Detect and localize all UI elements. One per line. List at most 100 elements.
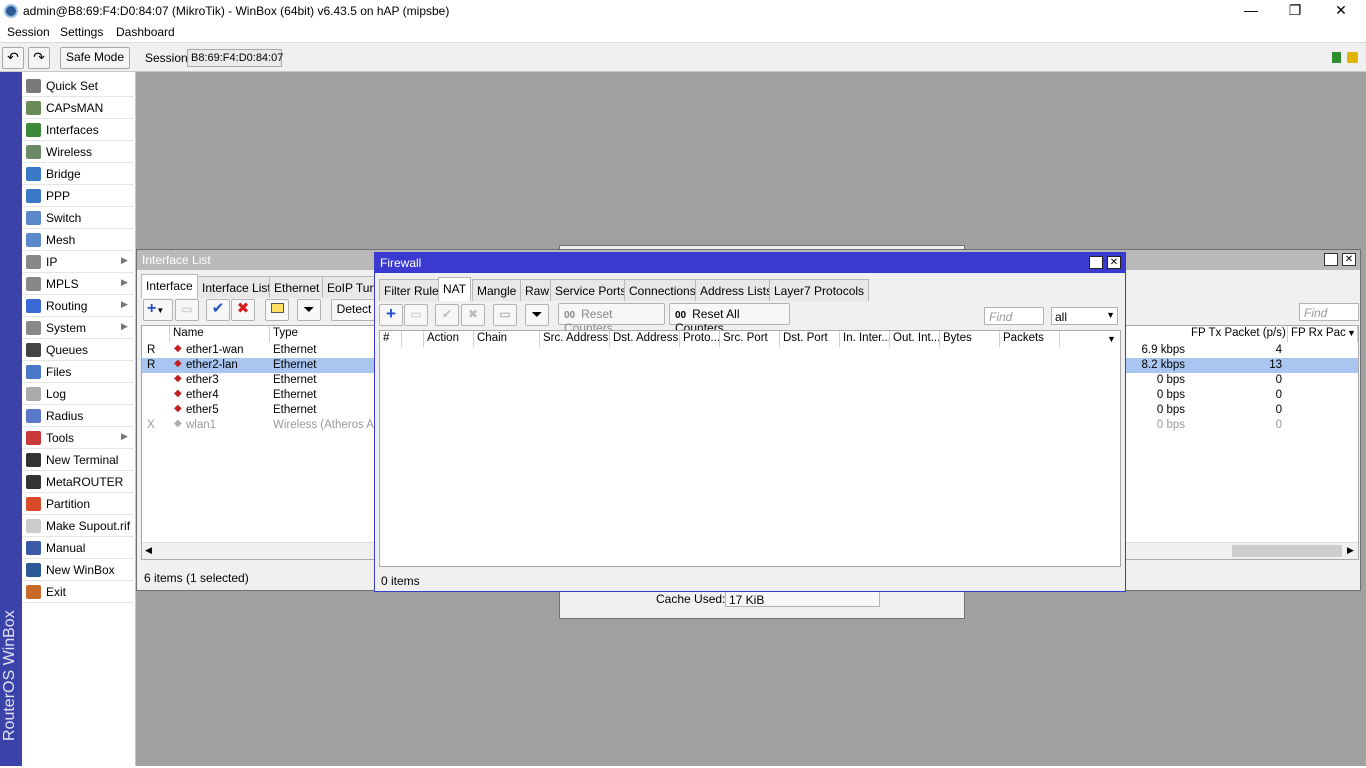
sidebar-item-tools[interactable]: Tools ▶ [22,427,136,449]
column-flag[interactable] [142,326,170,342]
interface-close-button[interactable]: ✕ [1342,253,1356,266]
sidebar-item-wireless[interactable]: Wireless [22,141,136,163]
sidebar-item-interfaces[interactable]: Interfaces [22,119,136,141]
columns-menu-icon[interactable]: ▼ [1107,334,1116,344]
sidebar-item-label: System [46,321,87,335]
enable-rule-button[interactable]: ✔ [435,304,459,326]
close-button[interactable]: ✕ [1318,0,1364,22]
sidebar-item-new-winbox[interactable]: New WinBox [22,559,136,581]
tab-service-ports[interactable]: Service Ports [550,279,632,301]
detect-button[interactable]: Detect [331,299,377,321]
tab-layer7-protocols[interactable]: Layer7 Protocols [769,279,870,301]
disable-button[interactable]: ✖ [231,299,255,321]
tab-address-lists[interactable]: Address Lists [695,279,778,301]
tab-ethernet[interactable]: Ethernet [269,276,325,298]
column-src-port[interactable]: Src. Port [720,331,780,347]
undo-button[interactable]: ↶ [2,47,24,69]
column-dst-address[interactable]: Dst. Address [610,331,680,347]
scroll-right-icon[interactable]: ▶ [1347,545,1354,556]
interface-find-input[interactable]: Find [1299,303,1359,321]
interface-maximize-button[interactable] [1324,253,1338,266]
winbox-icon [26,563,41,577]
lock-icon [1347,52,1358,63]
column-name[interactable]: Name [170,326,270,342]
sidebar-item-mesh[interactable]: Mesh [22,229,136,251]
minus-icon: ▭ [410,307,422,321]
firewall-close-button[interactable]: ✕ [1107,256,1121,269]
sidebar-item-bridge[interactable]: Bridge [22,163,136,185]
column-chain[interactable]: Chain [474,331,540,347]
sidebar-item-quick-set[interactable]: Quick Set [22,75,136,97]
columns-menu-icon[interactable]: ▼ [1347,328,1356,338]
sidebar-item-metarouter[interactable]: MetaROUTER [22,471,136,493]
sidebar-item-label: Tools [46,431,75,445]
column-proto[interactable]: Proto... [680,331,720,347]
menu-settings[interactable]: Settings [60,25,103,39]
scroll-left-icon[interactable]: ◀ [145,545,152,556]
restore-button[interactable]: ❐ [1272,0,1318,22]
sidebar-item-queues[interactable]: Queues [22,339,136,361]
firewall-maximize-button[interactable] [1089,256,1103,269]
sidebar-item-exit[interactable]: Exit [22,581,136,603]
sidebar-item-manual[interactable]: Manual [22,537,136,559]
column-dst-port[interactable]: Dst. Port [780,331,840,347]
menu-dashboard[interactable]: Dashboard [116,25,175,39]
disable-rule-button[interactable]: ✖ [461,304,485,326]
sidebar-item-make-supout-rif[interactable]: Make Supout.rif [22,515,136,537]
firewall-filter-select[interactable]: all ▼ [1051,307,1118,325]
remove-button[interactable]: ▭ [175,299,199,321]
column-blank[interactable] [402,331,424,347]
row-rate: 0 bps [1156,404,1185,416]
tab-connections[interactable]: Connections [624,279,701,301]
menu-session[interactable]: Session [7,25,50,39]
redo-button[interactable]: ↷ [28,47,50,69]
sidebar-item-ppp[interactable]: PPP [22,185,136,207]
column-action[interactable]: Action [424,331,474,347]
sidebar-item-new-terminal[interactable]: New Terminal [22,449,136,471]
session-field[interactable]: B8:69:F4:D0:84:07 [187,49,283,67]
sidebar-item-partition[interactable]: Partition [22,493,136,515]
add-interface-button[interactable]: +▼ [143,299,173,321]
sidebar-item-ip[interactable]: IP ▶ [22,251,136,273]
sidebar-item-routing[interactable]: Routing ▶ [22,295,136,317]
minimize-button[interactable]: — [1228,0,1274,22]
column-[interactable]: # [380,331,402,347]
plus-icon: + [386,304,396,323]
counter-icon: 00 [564,310,576,321]
tab-mangle[interactable]: Mangle [472,279,522,301]
tab-interface-list[interactable]: Interface List [197,276,276,298]
column-packets[interactable]: Packets [1000,331,1060,347]
column-fp-tx-packet[interactable]: FP Tx Packet (p/s) [1188,326,1288,342]
enable-button[interactable]: ✔ [206,299,230,321]
tab-raw[interactable]: Raw [520,279,555,301]
sidebar-item-files[interactable]: Files [22,361,136,383]
sidebar-item-capsman[interactable]: CAPsMAN [22,97,136,119]
firewall-titlebar[interactable]: Firewall [375,253,1125,273]
reset-counters-button[interactable]: 00 Reset Counters [558,303,665,335]
column-bytes[interactable]: Bytes [940,331,1000,347]
remove-rule-button[interactable]: ▭ [404,304,428,326]
scroll-thumb[interactable] [1232,545,1342,557]
column-type[interactable]: Type [270,326,380,342]
sidebar-item-mpls[interactable]: MPLS ▶ [22,273,136,295]
tab-nat[interactable]: NAT [438,277,472,301]
sidebar-item-system[interactable]: System ▶ [22,317,136,339]
safe-mode-button[interactable]: Safe Mode [60,47,130,69]
firewall-find-input[interactable]: Find [984,307,1044,325]
comment-rule-button[interactable]: ▭ [493,304,517,326]
redo-icon: ↷ [33,49,45,65]
column-out-int[interactable]: Out. Int... [890,331,940,347]
reset-all-counters-button[interactable]: 00 Reset All Counters [669,303,790,335]
sidebar-item-log[interactable]: Log [22,383,136,405]
switch-icon [26,211,41,225]
tab-interface[interactable]: Interface [141,274,198,298]
column-in-inter[interactable]: In. Inter... [840,331,890,347]
sidebar-item-switch[interactable]: Switch [22,207,136,229]
comment-button[interactable] [265,299,289,321]
filter-button[interactable]: ⏷ [297,299,321,321]
add-rule-button[interactable]: + [379,304,403,326]
sidebar-item-radius[interactable]: Radius [22,405,136,427]
column-src-address[interactable]: Src. Address [540,331,610,347]
filter-rules-button[interactable]: ⏷ [525,304,549,326]
sidebar-item-label: Partition [46,497,91,511]
